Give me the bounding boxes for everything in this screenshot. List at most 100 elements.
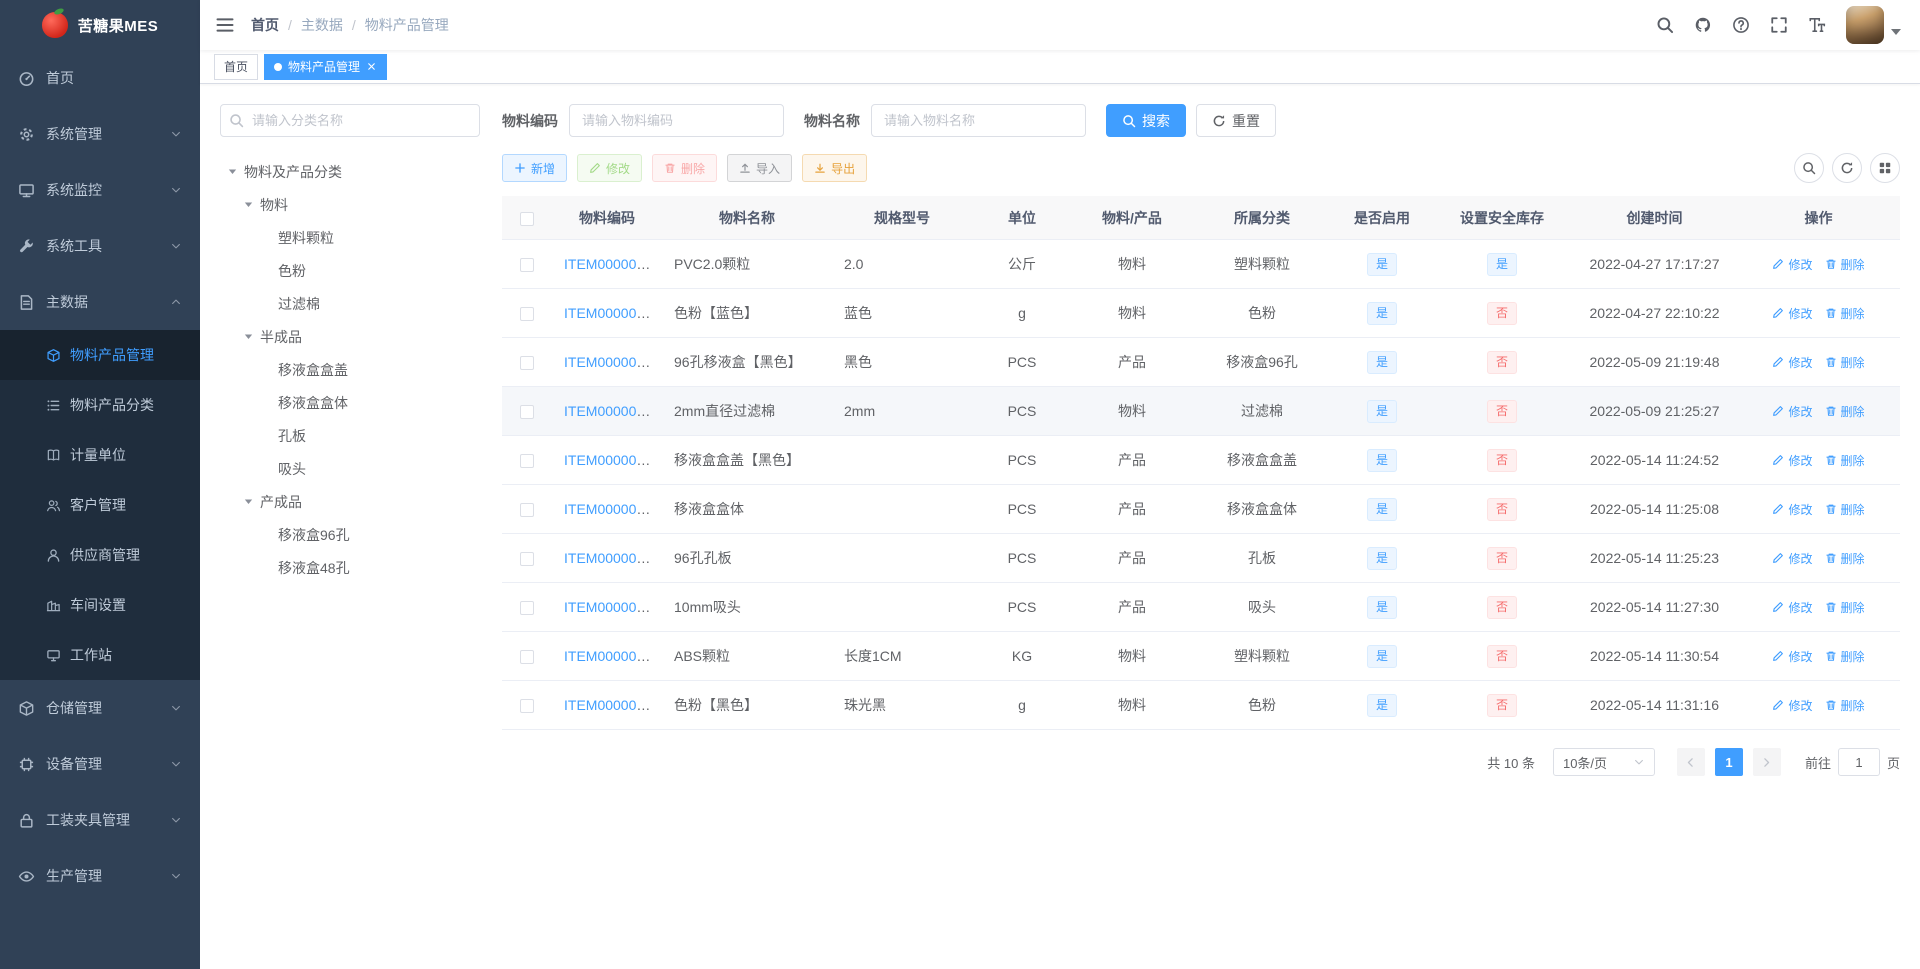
sidebar-item-system-monitor[interactable]: 系统监控 — [0, 162, 200, 218]
tree-node-tip[interactable]: 吸头 — [220, 452, 480, 485]
row-checkbox[interactable] — [520, 454, 534, 469]
tab-material-product-management[interactable]: 物料产品管理 — [264, 53, 388, 80]
sidebar-item-supplier-management[interactable]: 供应商管理 — [0, 530, 200, 580]
goto-page-input[interactable] — [1837, 748, 1880, 776]
help-button[interactable] — [1724, 0, 1758, 50]
sidebar-item-measurement-unit[interactable]: 计量单位 — [0, 430, 200, 480]
font-size-button[interactable] — [1800, 0, 1834, 50]
material-code-input[interactable] — [569, 104, 784, 137]
tree-node-root[interactable]: 物料及产品分类 — [220, 155, 480, 188]
caret-expanded-icon[interactable] — [242, 198, 255, 211]
caret-expanded-icon[interactable] — [242, 495, 255, 508]
row-checkbox[interactable] — [520, 650, 534, 665]
delete-button[interactable]: 删除 — [652, 154, 718, 182]
edit-row-button[interactable]: 修改 — [1772, 256, 1813, 273]
edit-button[interactable]: 修改 — [577, 154, 643, 182]
sidebar-item-equipment-management[interactable]: 设备管理 — [0, 736, 200, 792]
page-size-select[interactable]: 10条/页 — [1552, 748, 1655, 776]
edit-row-button[interactable]: 修改 — [1772, 697, 1813, 714]
tree-node-color-powder[interactable]: 色粉 — [220, 254, 480, 287]
edit-row-button[interactable]: 修改 — [1772, 305, 1813, 322]
edit-row-button[interactable]: 修改 — [1772, 403, 1813, 420]
edit-row-button[interactable]: 修改 — [1772, 550, 1813, 567]
edit-row-button[interactable]: 修改 — [1772, 501, 1813, 518]
sidebar-item-workshop-settings[interactable]: 车间设置 — [0, 580, 200, 630]
delete-row-button[interactable]: 删除 — [1825, 550, 1865, 567]
tree-node-plastic-pellets[interactable]: 塑料颗粒 — [220, 221, 480, 254]
user-menu[interactable] — [1846, 6, 1901, 44]
sidebar-item-material-product-management[interactable]: 物料产品管理 — [0, 330, 200, 380]
row-checkbox[interactable] — [520, 356, 534, 371]
export-button[interactable]: 导出 — [802, 154, 868, 182]
material-code-link[interactable]: ITEM00000056 — [564, 697, 660, 713]
select-all-checkbox[interactable] — [520, 211, 534, 226]
material-code-link[interactable]: ITEM00000046 — [564, 354, 660, 370]
refresh-button[interactable] — [1832, 153, 1862, 183]
sidebar-item-system-management[interactable]: 系统管理 — [0, 106, 200, 162]
page-number-button[interactable]: 1 — [1714, 748, 1743, 776]
edit-row-button[interactable]: 修改 — [1772, 354, 1813, 371]
row-checkbox[interactable] — [520, 307, 534, 322]
tree-node-material[interactable]: 物料 — [220, 188, 480, 221]
edit-row-button[interactable]: 修改 — [1772, 599, 1813, 616]
app-logo[interactable]: 苦糖果MES — [0, 0, 200, 50]
sidebar-item-home[interactable]: 首页 — [0, 50, 200, 106]
toggle-search-button[interactable] — [1794, 153, 1824, 183]
sidebar-item-system-tools[interactable]: 系统工具 — [0, 218, 200, 274]
material-code-link[interactable]: ITEM00000052 — [564, 501, 660, 517]
tree-node-well-plate[interactable]: 孔板 — [220, 419, 480, 452]
prev-page-button[interactable] — [1676, 748, 1705, 776]
sidebar-item-customer-management[interactable]: 客户管理 — [0, 480, 200, 530]
edit-row-button[interactable]: 修改 — [1772, 648, 1813, 665]
tree-node-pipette-box-96[interactable]: 移液盒96孔 — [220, 518, 480, 551]
add-button[interactable]: 新增 — [502, 154, 568, 182]
import-button[interactable]: 导入 — [727, 154, 793, 182]
sidebar-item-master-data[interactable]: 主数据 — [0, 274, 200, 330]
delete-row-button[interactable]: 删除 — [1825, 452, 1865, 469]
tab-home[interactable]: 首页 — [214, 53, 259, 80]
delete-row-button[interactable]: 删除 — [1825, 501, 1865, 518]
breadcrumb-home[interactable]: 首页 — [251, 15, 301, 35]
material-code-link[interactable]: ITEM00000051 — [564, 452, 660, 468]
delete-row-button[interactable]: 删除 — [1825, 648, 1865, 665]
header-search-button[interactable] — [1648, 0, 1682, 50]
row-checkbox[interactable] — [520, 405, 534, 420]
tree-node-pipette-box-48[interactable]: 移液盒48孔 — [220, 551, 480, 584]
material-code-link[interactable]: ITEM00000055 — [564, 648, 660, 664]
category-search-input[interactable] — [220, 104, 480, 137]
row-checkbox[interactable] — [520, 258, 534, 273]
material-code-link[interactable]: ITEM00000053 — [564, 550, 660, 566]
material-code-link[interactable]: ITEM00000049 — [564, 403, 660, 419]
search-button[interactable]: 搜索 — [1106, 104, 1186, 137]
github-button[interactable] — [1686, 0, 1720, 50]
material-name-input[interactable] — [871, 104, 1086, 137]
delete-row-button[interactable]: 删除 — [1825, 697, 1865, 714]
row-checkbox[interactable] — [520, 699, 534, 714]
tree-node-pipette-box-body[interactable]: 移液盒盒体 — [220, 386, 480, 419]
material-code-link[interactable]: ITEM00000037 — [564, 256, 660, 272]
row-checkbox[interactable] — [520, 601, 534, 616]
fullscreen-button[interactable] — [1762, 0, 1796, 50]
columns-button[interactable] — [1870, 153, 1900, 183]
material-code-link[interactable]: ITEM00000054 — [564, 599, 660, 615]
row-checkbox[interactable] — [520, 503, 534, 518]
row-checkbox[interactable] — [520, 552, 534, 567]
edit-row-button[interactable]: 修改 — [1772, 452, 1813, 469]
next-page-button[interactable] — [1752, 748, 1781, 776]
caret-expanded-icon[interactable] — [226, 165, 239, 178]
caret-expanded-icon[interactable] — [242, 330, 255, 343]
hamburger-icon[interactable] — [215, 15, 235, 35]
tree-node-filter-cotton[interactable]: 过滤棉 — [220, 287, 480, 320]
delete-row-button[interactable]: 删除 — [1825, 354, 1865, 371]
material-code-link[interactable]: ITEM00000041 — [564, 305, 660, 321]
tree-node-finished-products[interactable]: 产成品 — [220, 485, 480, 518]
sidebar-item-warehouse-management[interactable]: 仓储管理 — [0, 680, 200, 736]
delete-row-button[interactable]: 删除 — [1825, 599, 1865, 616]
tree-node-pipette-box-lid[interactable]: 移液盒盒盖 — [220, 353, 480, 386]
close-icon[interactable] — [366, 61, 377, 72]
tree-node-semi-finished[interactable]: 半成品 — [220, 320, 480, 353]
delete-row-button[interactable]: 删除 — [1825, 305, 1865, 322]
delete-row-button[interactable]: 删除 — [1825, 256, 1865, 273]
delete-row-button[interactable]: 删除 — [1825, 403, 1865, 420]
sidebar-item-workstation[interactable]: 工作站 — [0, 630, 200, 680]
